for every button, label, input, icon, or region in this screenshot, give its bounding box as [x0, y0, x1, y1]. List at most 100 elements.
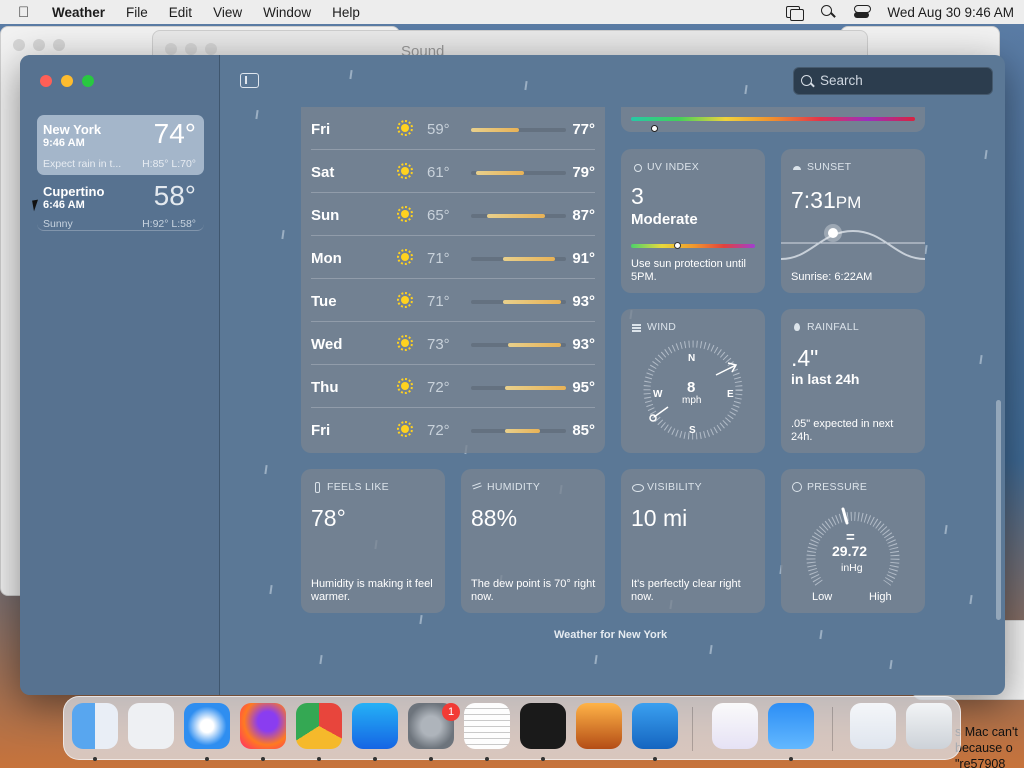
forecast-row: Sun 65° 87°	[311, 193, 595, 236]
temp-range-track	[471, 300, 566, 304]
forecast-low: 71°	[427, 250, 450, 267]
forecast-high: 77°	[572, 121, 595, 138]
temp-range-bar	[502, 257, 556, 261]
sun-path-chart	[781, 224, 925, 260]
forecast-high: 85°	[572, 422, 595, 439]
rainfall-note: .05" expected in next 24h.	[791, 418, 894, 443]
running-indicator	[317, 757, 321, 761]
rain-streak	[269, 584, 273, 595]
gauge-icon	[792, 482, 802, 492]
forecast-row: Mon 71° 91°	[311, 236, 595, 279]
humidity-label: HUMIDITY	[487, 481, 541, 493]
preview-icon[interactable]	[850, 703, 896, 749]
running-indicator	[205, 757, 209, 761]
rain-streak	[709, 644, 713, 655]
trash-icon[interactable]	[906, 703, 952, 749]
apple-menu-icon[interactable]: 	[18, 4, 34, 21]
humidity-icon	[472, 482, 482, 492]
search-input[interactable]	[820, 73, 980, 88]
uv-level: Moderate	[631, 211, 698, 228]
feels-like-value: 78°	[311, 505, 346, 531]
forecast-day: Fri	[311, 121, 331, 138]
search-field[interactable]	[793, 67, 993, 95]
menu-view[interactable]: View	[213, 5, 242, 20]
temp-range-track	[471, 171, 566, 175]
menu-edit[interactable]: Edit	[169, 5, 192, 20]
zoom-window-button[interactable]	[82, 75, 94, 87]
pressure-tile[interactable]: PRESSURE = 29.72 inHg Low High	[781, 469, 925, 613]
eye-icon	[632, 482, 644, 492]
compass-west: W	[653, 389, 663, 400]
sun-icon	[397, 378, 413, 394]
forecast-high: 93°	[572, 293, 595, 310]
control-center-icon[interactable]	[853, 5, 872, 19]
uv-index-tile[interactable]: UV INDEX 3 Moderate Use sun protection u…	[621, 149, 765, 293]
running-indicator	[93, 757, 97, 761]
location-temp: 74°	[153, 118, 196, 149]
forecast-high: 91°	[572, 250, 595, 267]
menu-file[interactable]: File	[126, 5, 148, 20]
finder-icon[interactable]	[72, 703, 118, 749]
forecast-day: Mon	[311, 250, 342, 267]
menu-app-weather[interactable]: Weather	[52, 5, 105, 20]
uv-scale-bar	[631, 242, 755, 249]
temp-range-bar	[502, 300, 561, 304]
terminal-icon[interactable]	[520, 703, 566, 749]
feels-like-tile[interactable]: FEELS LIKE 78° Humidity is making it fee…	[301, 469, 445, 613]
safari-icon[interactable]	[184, 703, 230, 749]
running-indicator	[541, 757, 545, 761]
air-quality-bar	[631, 117, 915, 132]
garageband-icon[interactable]	[576, 703, 622, 749]
weather-footer[interactable]: Weather for New York	[554, 629, 667, 641]
window-controls	[40, 75, 94, 87]
rain-streak	[349, 69, 353, 80]
wind-tile[interactable]: WIND N E S W 8 mph	[621, 309, 765, 453]
visibility-note: It's perfectly clear right now.	[631, 578, 741, 603]
close-window-button[interactable]	[40, 75, 52, 87]
rain-streak	[889, 659, 893, 670]
menu-help[interactable]: Help	[332, 5, 360, 20]
forecast-high: 95°	[572, 379, 595, 396]
air-quality-indicator	[651, 125, 658, 132]
app-store-icon[interactable]	[352, 703, 398, 749]
visibility-tile[interactable]: VISIBILITY 10 mi It's perfectly clear ri…	[621, 469, 765, 613]
weather-app-icon[interactable]	[768, 703, 814, 749]
visual-studio-icon[interactable]	[712, 703, 758, 749]
spotlight-search-icon[interactable]	[819, 5, 837, 19]
weather-window: New York 9:46 AM 74° Expect rain in t...…	[20, 55, 1005, 695]
location-name: New York	[43, 122, 102, 137]
minimize-window-button[interactable]	[61, 75, 73, 87]
location-high-low: H:92° L:58°	[142, 218, 196, 230]
running-indicator	[485, 757, 489, 761]
textedit-icon[interactable]	[464, 703, 510, 749]
sun-icon	[397, 249, 413, 265]
scrollbar[interactable]	[996, 400, 1001, 620]
firefox-icon[interactable]	[240, 703, 286, 749]
location-high-low: H:85° L:70°	[142, 158, 196, 170]
temp-range-bar	[505, 429, 540, 433]
thermometer-icon	[312, 482, 322, 493]
sidebar-toggle-icon[interactable]	[240, 73, 259, 88]
compass-south: S	[689, 425, 696, 436]
air-quality-bar-panel	[621, 107, 925, 132]
feels-like-note: Humidity is making it feel warmer.	[311, 578, 433, 603]
pressure-unit: inHg	[841, 562, 863, 574]
location-time: 6:46 AM	[43, 199, 85, 211]
location-card-new-york[interactable]: New York 9:46 AM 74° Expect rain in t...…	[37, 115, 204, 175]
menubar-clock[interactable]: Wed Aug 30 9:46 AM	[887, 5, 1014, 20]
screen-mirroring-icon[interactable]	[785, 5, 805, 21]
sunset-icon	[792, 162, 802, 172]
chrome-icon[interactable]	[296, 703, 342, 749]
vscode-icon[interactable]	[632, 703, 678, 749]
raindrop-icon	[792, 322, 802, 332]
humidity-tile[interactable]: HUMIDITY 88% The dew point is 70° right …	[461, 469, 605, 613]
menu-window[interactable]: Window	[263, 5, 311, 20]
location-card-cupertino[interactable]: Cupertino 6:46 AM 58° Sunny H:92° L:58°	[37, 177, 204, 231]
rain-streak	[969, 594, 973, 605]
launchpad-icon[interactable]	[128, 703, 174, 749]
sunset-tile[interactable]: SUNSET 7:31PM Sunrise: 6:22AM	[781, 149, 925, 293]
forecast-high: 79°	[572, 164, 595, 181]
sun-icon	[397, 206, 413, 222]
sun-icon	[397, 421, 413, 437]
rainfall-tile[interactable]: RAINFALL .4" in last 24h .05" expected i…	[781, 309, 925, 453]
